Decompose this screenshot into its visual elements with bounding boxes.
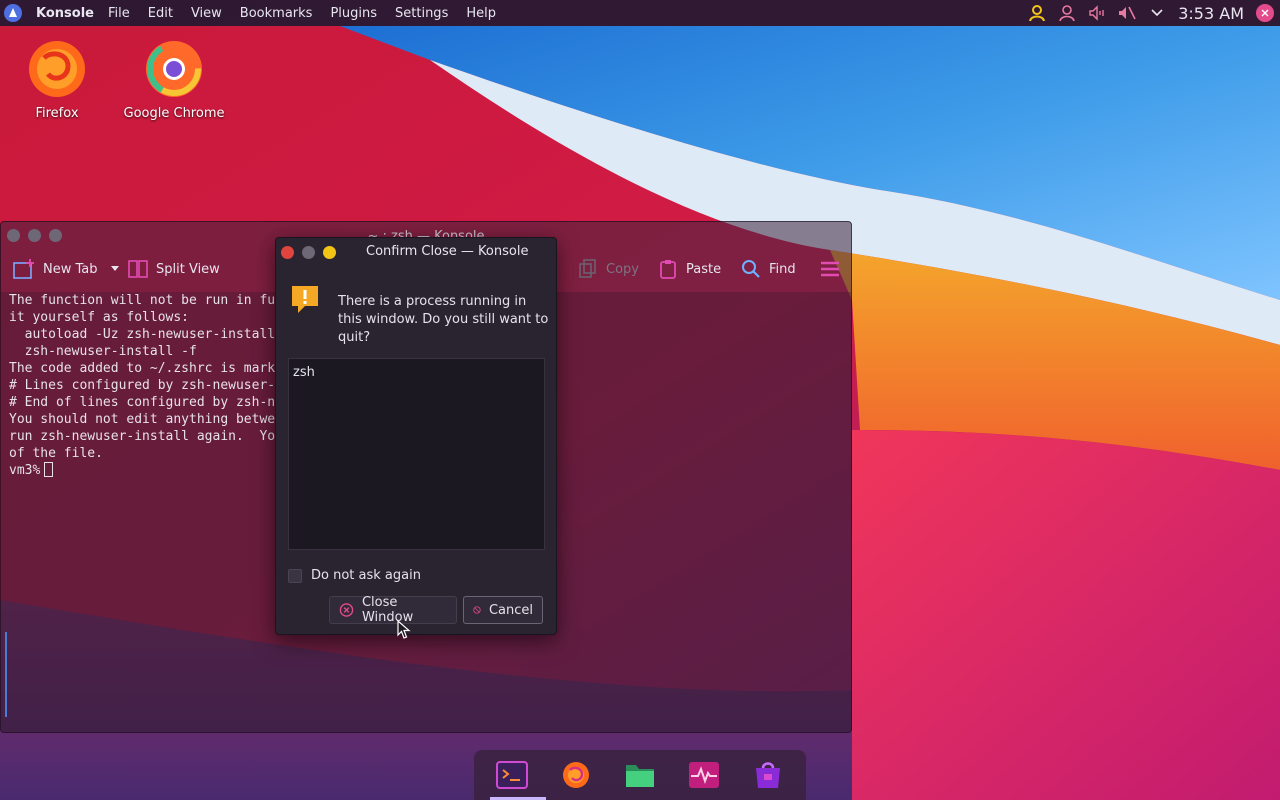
- split-view-button[interactable]: Split View: [128, 258, 220, 280]
- copy-button[interactable]: Copy: [578, 258, 639, 280]
- dialog-titlebar[interactable]: Confirm Close — Konsole: [276, 238, 556, 266]
- store-icon: [756, 762, 780, 788]
- paste-button[interactable]: Paste: [658, 258, 721, 280]
- user-icon[interactable]: [1052, 0, 1082, 26]
- chevron-down-icon[interactable]: [1142, 0, 1172, 26]
- close-circle-icon: [339, 603, 354, 617]
- menu-view[interactable]: View: [191, 6, 222, 21]
- dock-item-files[interactable]: [612, 750, 668, 800]
- confirm-close-dialog: Confirm Close — Konsole There is a proce…: [275, 237, 557, 635]
- new-tab-label: New Tab: [43, 261, 98, 277]
- desktop-icon-chrome[interactable]: Google Chrome: [119, 36, 229, 121]
- top-panel: Konsole File Edit View Bookmarks Plugins…: [0, 0, 1280, 26]
- dialog-close-dot[interactable]: [281, 246, 294, 259]
- cancel-icon: [473, 606, 481, 614]
- active-app-name: Konsole: [36, 5, 94, 21]
- copy-label: Copy: [606, 261, 639, 277]
- dialog-window-controls: [281, 246, 336, 259]
- volume-icon[interactable]: [1082, 0, 1112, 26]
- desktop-icon-label: Google Chrome: [123, 106, 225, 121]
- split-view-label: Split View: [156, 261, 220, 277]
- dock-item-system-monitor[interactable]: [676, 750, 732, 800]
- find-button[interactable]: Find: [741, 258, 796, 280]
- close-window-dot[interactable]: [7, 229, 20, 242]
- cancel-button[interactable]: Cancel: [463, 596, 543, 624]
- menu-settings[interactable]: Settings: [395, 6, 448, 21]
- new-tab-icon: [13, 259, 34, 279]
- dialog-title: Confirm Close — Konsole: [366, 244, 529, 259]
- dialog-minimize-dot[interactable]: [302, 246, 315, 259]
- dont-ask-again-label: Do not ask again: [311, 568, 421, 583]
- search-icon: [742, 260, 760, 278]
- hamburger-menu-button[interactable]: [820, 258, 840, 280]
- paste-label: Paste: [686, 261, 722, 277]
- dock: [474, 750, 806, 800]
- new-tab-button[interactable]: New Tab: [13, 258, 120, 280]
- dock-item-konsole[interactable]: [484, 750, 546, 800]
- chrome-icon: [146, 41, 202, 97]
- split-view-icon: [128, 260, 148, 278]
- copy-icon: [579, 259, 596, 278]
- konsole-icon: [496, 761, 528, 789]
- desktop-icon-firefox[interactable]: Firefox: [2, 36, 112, 121]
- process-list-item[interactable]: zsh: [293, 365, 540, 380]
- dont-ask-again-checkbox[interactable]: [288, 568, 302, 583]
- launcher-icon: [4, 4, 22, 22]
- cancel-label: Cancel: [488, 602, 533, 618]
- menu-bookmarks[interactable]: Bookmarks: [240, 6, 313, 21]
- menu-help[interactable]: Help: [466, 6, 496, 21]
- dialog-message: There is a process running in this windo…: [338, 294, 549, 345]
- dont-ask-again-option[interactable]: Do not ask again: [288, 568, 421, 583]
- minimize-window-dot[interactable]: [28, 229, 41, 242]
- system-tray: 3:53 AM: [1022, 0, 1280, 26]
- desktop-icon-label: Firefox: [35, 106, 79, 121]
- dialog-maximize-dot[interactable]: [323, 246, 336, 259]
- terminal-cursor: [44, 462, 54, 477]
- firefox-icon: [563, 762, 589, 788]
- find-label: Find: [769, 261, 796, 277]
- paste-icon: [660, 260, 676, 279]
- chevron-down-icon[interactable]: [110, 265, 120, 273]
- scroll-marker: [5, 632, 7, 717]
- system-monitor-icon: [689, 762, 719, 788]
- hamburger-menu-icon: [821, 261, 839, 277]
- firefox-icon: [29, 41, 85, 97]
- user-status-icon[interactable]: [1022, 0, 1052, 26]
- menu-file[interactable]: File: [108, 6, 130, 21]
- menu-plugins[interactable]: Plugins: [330, 6, 377, 21]
- close-window-button[interactable]: Close Window: [329, 595, 457, 625]
- warning-icon: [292, 286, 318, 313]
- menu-edit[interactable]: Edit: [148, 6, 173, 21]
- clock[interactable]: 3:53 AM: [1178, 4, 1244, 23]
- window-controls: [7, 229, 62, 242]
- dock-item-store[interactable]: [740, 750, 796, 800]
- app-launcher-button[interactable]: [0, 0, 26, 26]
- muted-speaker-icon[interactable]: [1112, 0, 1142, 26]
- maximize-window-dot[interactable]: [49, 229, 62, 242]
- dock-item-firefox[interactable]: [548, 750, 604, 800]
- mouse-pointer-icon: [397, 620, 411, 639]
- process-list[interactable]: zsh: [288, 358, 545, 550]
- terminal-prompt: vm3%: [9, 463, 41, 478]
- session-menu-icon[interactable]: [1256, 4, 1274, 22]
- files-icon: [626, 765, 654, 787]
